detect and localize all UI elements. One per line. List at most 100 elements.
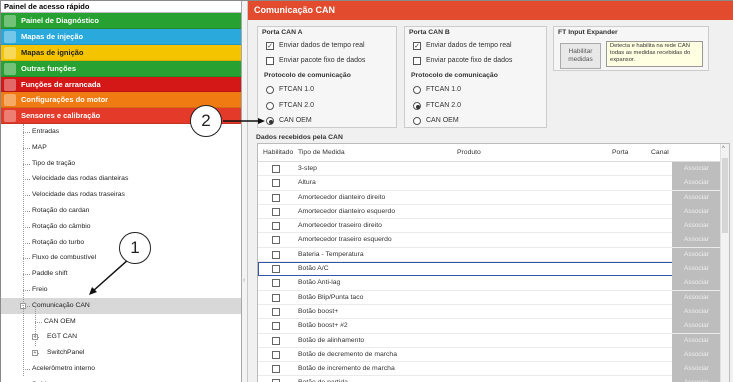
associate-button[interactable]: Associar [672,219,721,234]
tree-item[interactable]: Saídas [1,377,241,382]
category-item[interactable]: Mapas de ignição [1,44,241,61]
associate-button[interactable]: Associar [672,347,721,362]
associate-button[interactable]: Associar [672,233,721,248]
table-row[interactable]: Botão de partidaAssociar [258,376,729,382]
table-row[interactable]: Botão Blip/Punta taco Associar [258,290,729,305]
checkbox-checked-icon[interactable]: ✓ [413,42,421,50]
table-row[interactable]: Botão A/C Associar [258,262,729,277]
tree-item[interactable]: Rotação do câmbio [1,219,241,235]
table-row[interactable]: Bateria - Temperatura Associar [258,247,729,263]
associate-button[interactable]: Associar [672,190,721,205]
row-checkbox[interactable] [272,193,280,202]
table-row[interactable]: Botão boost+ Associar [258,304,729,320]
tree-item[interactable]: Rotação do cardan [1,203,241,219]
row-checkbox[interactable] [272,322,280,331]
tree-connector [35,321,42,323]
associate-button[interactable]: Associar [672,362,721,377]
scroll-up-icon[interactable]: ^ [722,146,725,152]
can-a-radio-canoem[interactable]: CAN OEM [266,116,312,126]
row-checkbox[interactable] [272,207,280,216]
row-checkbox[interactable] [272,179,280,188]
tree-item[interactable]: CAN OEM [1,314,241,330]
scrollbar-thumb[interactable] [722,158,728,233]
associate-button[interactable]: Associar [672,162,721,176]
checkbox-icon[interactable] [413,57,421,65]
category-item[interactable]: Mapas de injeção [1,28,241,45]
row-checkbox[interactable] [272,307,280,316]
row-checkbox[interactable] [272,265,280,274]
row-checkbox[interactable] [272,279,280,288]
row-checkbox[interactable] [272,250,280,259]
row-checkbox[interactable] [272,365,280,374]
can-a-radio-ftcan1[interactable]: FTCAN 1.0 [266,85,314,95]
associate-button[interactable]: Associar [672,319,721,334]
associate-button[interactable]: Associar [672,290,721,305]
can-a-send-fixed[interactable]: Enviar pacote fixo de dados [266,56,365,66]
tree-item[interactable]: Acelerômetro interno [1,361,241,377]
category-item[interactable]: Painel de Diagnóstico [1,13,241,29]
row-checkbox[interactable] [272,336,280,345]
can-b-radio-canoem[interactable]: CAN OEM [413,116,459,126]
radio-icon[interactable] [413,86,421,94]
tree-item[interactable]: MAP [1,140,241,156]
category-item[interactable]: Funções de arrancada [1,76,241,93]
row-checkbox[interactable] [272,350,280,359]
associate-button[interactable]: Associar [672,376,721,382]
tree-item[interactable]: Velocidade das rodas dianteiras [1,171,241,187]
radio-icon[interactable] [266,86,274,94]
checkbox-icon[interactable] [266,57,274,65]
associate-button[interactable]: Associar [672,204,721,219]
can-b-send-fixed[interactable]: Enviar pacote fixo de dados [413,56,512,66]
category-item[interactable]: Outras funções [1,60,241,77]
table-row[interactable]: Botão de alinhamento Associar [258,333,729,348]
radio-selected-icon[interactable] [413,102,421,110]
radio-icon[interactable] [413,117,421,125]
row-checkbox[interactable] [272,236,280,245]
tree-item[interactable]: + SwitchPanel [1,345,241,361]
associate-button[interactable]: Associar [672,176,721,191]
can-a-send-realtime[interactable]: ✓ Enviar dados de tempo real [266,41,365,51]
row-checkbox[interactable] [272,293,280,302]
table-row[interactable]: Amortecedor dianteiro esquerdo Associar [258,204,729,220]
col-channel[interactable]: Canal [651,149,669,156]
table-row[interactable]: Botão Anti-lag Associar [258,276,729,291]
can-b-radio-ftcan1[interactable]: FTCAN 1.0 [413,85,461,95]
tree-item[interactable]: − Comunicação CAN [1,297,241,314]
table-title: Dados recebidos pela CAN [256,134,343,141]
row-checkbox[interactable] [272,165,280,173]
table-row[interactable]: 3-step Associar [258,162,729,177]
table-row[interactable]: Botão de incremento de marcha Associar [258,362,729,377]
expand-toggle-icon[interactable]: + [32,350,38,357]
table-row[interactable]: Botão boost+ #2 Associar [258,319,729,334]
tree-item[interactable]: + EGT CAN [1,329,241,345]
table-row[interactable]: Amortecedor traseiro esquerdo Associar [258,233,729,248]
collapse-arrow-icon[interactable]: ‹ [243,277,245,284]
enable-measures-button[interactable]: Habilitar medidas [560,43,601,69]
can-b-radio-ftcan2[interactable]: FTCAN 2.0 [413,101,461,111]
col-enabled[interactable]: Habilitado [263,149,293,156]
table-row[interactable]: Amortecedor traseiro direito Associar [258,219,729,234]
associate-button[interactable]: Associar [672,262,721,277]
tree-item[interactable]: Tipo de tração [1,156,241,172]
row-checkbox[interactable] [272,222,280,231]
associate-button[interactable]: Associar [672,333,721,348]
table-row[interactable]: Botão de decremento de marcha Associar [258,347,729,363]
radio-selected-icon[interactable] [266,117,274,125]
table-row[interactable]: Amortecedor dianteiro direito Associar [258,190,729,205]
tree-item[interactable]: Velocidade das rodas traseiras [1,187,241,203]
associate-button[interactable]: Associar [672,304,721,319]
can-b-send-realtime[interactable]: ✓ Enviar dados de tempo real [413,41,512,51]
tree-item[interactable]: Paddle shift [1,266,241,282]
table-scrollbar[interactable]: ^ [720,144,729,382]
col-product[interactable]: Produto [457,149,481,156]
can-a-radio-ftcan2[interactable]: FTCAN 2.0 [266,101,314,111]
radio-icon[interactable] [266,102,274,110]
col-measure-type[interactable]: Tipo de Medida [298,149,345,156]
associate-button[interactable]: Associar [672,247,721,262]
table-row[interactable]: Altura Associar [258,176,729,191]
associate-button[interactable]: Associar [672,276,721,291]
tree-item[interactable]: Freio [1,282,241,298]
col-port[interactable]: Porta [612,149,628,156]
checkbox-checked-icon[interactable]: ✓ [266,42,274,50]
expander-group: FT Input Expander Habilitar medidas Dete… [553,26,709,71]
